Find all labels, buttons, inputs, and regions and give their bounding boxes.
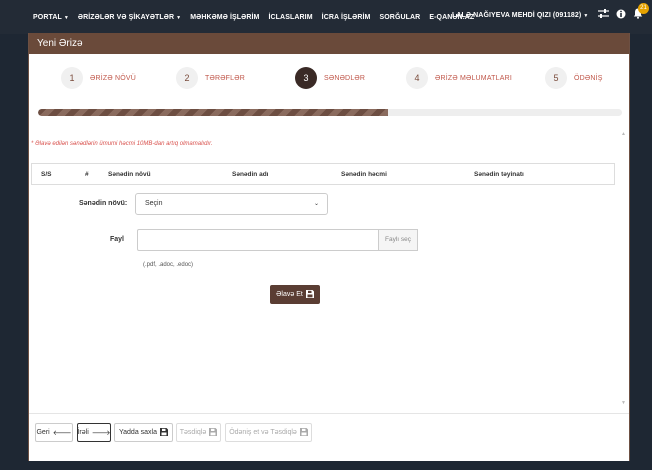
panel-title: Yeni Ərizə (29, 33, 629, 54)
main-menu: PORTAL ▼ ƏRİZƏLƏR VƏ ŞİKAYƏTLƏR ▼ MƏHKƏMƏ … (33, 14, 474, 21)
step-parties[interactable]: 2 TƏRƏFLƏR (176, 67, 245, 89)
caret-down-icon: ▼ (63, 14, 69, 21)
size-limit-note: * Əlavə edilən sənədlərin ümumi həcmi 10… (31, 141, 213, 147)
col-header: Sənədin növü (108, 170, 151, 178)
add-button-label: Əlavə Et (276, 291, 303, 298)
confirm-button[interactable]: Təsdiqlə (176, 423, 221, 442)
step-payment[interactable]: 5 ÖDƏNİŞ (545, 67, 603, 89)
save-icon (299, 427, 308, 438)
col-header: Sənədin həcmi (341, 170, 387, 178)
save-draft-button[interactable]: Yadda saxla (114, 423, 173, 442)
arrow-right-icon: 🡒 (91, 430, 111, 437)
document-type-select[interactable]: Seçin ⌄ (135, 193, 328, 215)
save-icon (305, 289, 314, 300)
bell-icon[interactable]: 21 (633, 3, 649, 22)
scroll-down-icon[interactable]: ▼ (621, 400, 626, 406)
documents-table-header: S/S # Sənədin növü Sənədin adı Sənədin h… (31, 163, 615, 185)
document-type-label: Sənədin növü: (79, 200, 128, 207)
notification-badge: 21 (638, 3, 649, 14)
sliders-icon[interactable] (598, 8, 609, 22)
choose-file-button[interactable]: Faylı seç (379, 229, 418, 251)
step-number: 1 (61, 67, 83, 89)
col-header: Sənədin adı (232, 170, 269, 178)
nav-item-court-cases[interactable]: MƏHKƏMƏ İŞLƏRİM (190, 14, 259, 21)
step-number: 5 (545, 67, 567, 89)
save-icon (209, 427, 218, 438)
step-number: 4 (406, 67, 428, 89)
nav-item-queries[interactable]: SORĞULAR (379, 14, 420, 21)
nav-item-portal[interactable]: PORTAL ▼ (33, 14, 69, 21)
application-panel: Yeni Ərizə 1 ƏRİZƏ NÖVÜ 2 TƏRƏFLƏR 3 SƏN… (28, 33, 630, 461)
step-label: SƏNƏDLƏR (324, 74, 366, 82)
back-button[interactable]: Geri 🡐 (35, 423, 73, 442)
documents-section: ▲ * Əlavə edilən sənədlərin ümumi həcmi … (29, 129, 629, 409)
step-application-type[interactable]: 1 ƏRİZƏ NÖVÜ (61, 67, 136, 89)
caret-down-icon: ▼ (176, 14, 182, 21)
nav-item-hearings[interactable]: İCLASLARIM (268, 14, 312, 21)
caret-down-icon: ▼ (583, 13, 589, 19)
step-number: 3 (295, 67, 317, 89)
step-application-info[interactable]: 4 ƏRİZƏ MƏLUMATLARI (406, 67, 512, 89)
wizard-steps: 1 ƏRİZƏ NÖVÜ 2 TƏRƏFLƏR 3 SƏNƏDLƏR 4 ƏRİ… (29, 54, 629, 104)
file-input[interactable] (137, 229, 379, 251)
wizard-footer: Geri 🡐 İrəli 🡒 Yadda saxla Təsdiqlə Ödəniş… (29, 413, 629, 453)
col-header: S/S (41, 170, 52, 178)
file-label: Fayl (110, 236, 125, 243)
progress-fill (38, 109, 389, 116)
save-icon (160, 427, 168, 438)
file-format-hint: (.pdf, .adoc, .edoc) (143, 262, 194, 268)
col-header: # (85, 170, 89, 178)
wizard-progress-bar (38, 109, 622, 116)
chevron-down-icon: ⌄ (313, 201, 319, 207)
col-header: Sənədin təyinatı (474, 170, 524, 178)
step-number: 2 (176, 67, 198, 89)
pay-and-confirm-button[interactable]: Ödəniş et və Təsdiqlə (225, 423, 312, 442)
select-value: Seçin (145, 200, 163, 207)
user-menu[interactable]: LALƏ NAĞIYEVA MEHDİ QIZI (091182) ▼ (452, 12, 588, 19)
add-document-button[interactable]: Əlavə Et (270, 285, 320, 304)
arrow-left-icon: 🡐 (52, 430, 72, 437)
nav-item-enforcement[interactable]: İCRA İŞLƏRİM (322, 14, 371, 21)
step-label: TƏRƏFLƏR (205, 74, 245, 82)
step-label: ƏRİZƏ NÖVÜ (90, 74, 136, 82)
next-button[interactable]: İrəli 🡒 (77, 423, 111, 442)
info-icon[interactable] (616, 9, 626, 22)
nav-item-applications[interactable]: ƏRİZƏLƏR VƏ ŞİKAYƏTLƏR ▼ (78, 14, 181, 21)
scroll-up-icon[interactable]: ▲ (621, 131, 626, 137)
top-navbar: PORTAL ▼ ƏRİZƏLƏR VƏ ŞİKAYƏTLƏR ▼ MƏHKƏMƏ … (0, 0, 652, 34)
step-documents[interactable]: 3 SƏNƏDLƏR (295, 67, 365, 89)
step-label: ÖDƏNİŞ (574, 74, 603, 82)
step-label: ƏRİZƏ MƏLUMATLARI (435, 74, 513, 82)
